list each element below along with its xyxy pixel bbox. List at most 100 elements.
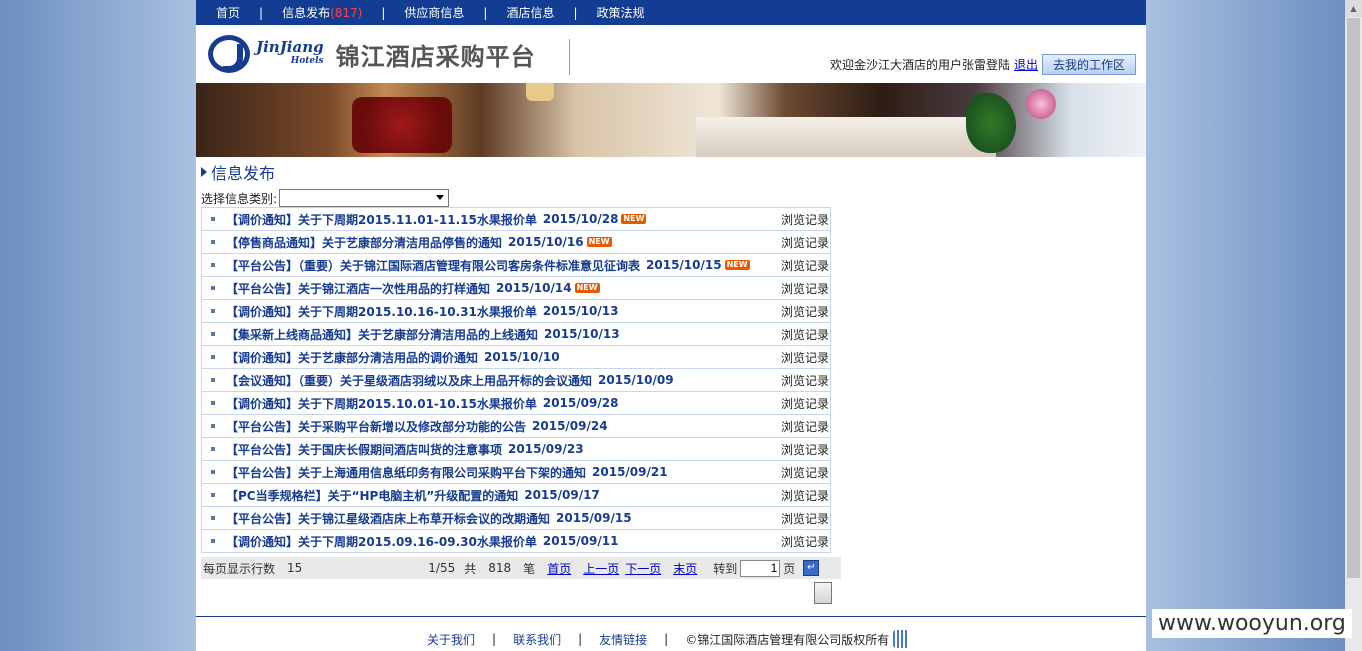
list-item-title-link[interactable]: 【平台公告】关于上海通用信息纸印务有限公司采购平台下架的通知 (226, 464, 586, 481)
bullet-icon (211, 424, 215, 428)
window-scrollbar[interactable]: ▲ (1345, 0, 1362, 651)
list-item-date: 2015/09/24 (532, 419, 608, 433)
list-item: 【平台公告】关于上海通用信息纸印务有限公司采购平台下架的通知 2015/09/21… (202, 461, 830, 484)
nav-separator: | (483, 5, 488, 20)
list-item-title-link[interactable]: 【平台公告】（重要）关于锦江国际酒店管理有限公司客房条件标准意见征询表 (226, 257, 640, 274)
banner-pillow (352, 97, 452, 153)
browse-history-link[interactable]: 浏览记录 (781, 234, 829, 251)
browse-history-link[interactable]: 浏览记录 (781, 326, 829, 343)
list-item-date: 2015/09/28 (542, 396, 619, 410)
list-item-title-link[interactable]: 【会议通知】（重要）关于星级酒店羽绒以及床上用品开标的会议通知 (226, 372, 592, 389)
list-item-date: 2015/10/15 (646, 258, 722, 272)
goto-page-input[interactable] (740, 559, 781, 577)
workspace-button[interactable]: 去我的工作区 (1041, 54, 1136, 75)
browse-history-link[interactable]: 浏览记录 (781, 257, 829, 274)
nav-policy[interactable]: 政策法规 (597, 4, 645, 21)
browse-history-link[interactable]: 浏览记录 (781, 280, 829, 297)
list-item-title-link[interactable]: 【调价通知】关于艺康部分清洁用品的调价通知 (226, 349, 478, 366)
browse-history-link[interactable]: 浏览记录 (781, 372, 829, 389)
list-item-title-link[interactable]: 【调价通知】关于下周期2015.10.16-10.31水果报价单 (226, 303, 537, 320)
list-item-date: 2015/09/15 (556, 511, 632, 525)
footer-divider (196, 616, 1146, 617)
list-item-date: 2015/10/14 (496, 281, 572, 295)
browse-history-link[interactable]: 浏览记录 (781, 533, 829, 550)
list-item: 【调价通知】关于下周期2015.10.16-10.31水果报价单 2015/10/… (202, 300, 830, 323)
nav-info-label: 信息发布 (282, 6, 331, 20)
browse-history-link[interactable]: 浏览记录 (781, 464, 829, 481)
go-arrow-icon[interactable]: ↵ (803, 560, 820, 576)
logo-chinese: 锦江酒店采购平台 (335, 42, 536, 71)
list-item-title-link[interactable]: 【调价通知】关于下周期2015.11.01-11.15水果报价单 (226, 211, 537, 228)
per-page-label: 每页显示行数 (203, 561, 276, 576)
browse-history-link[interactable]: 浏览记录 (781, 510, 829, 527)
nav-separator: | (573, 5, 578, 20)
list-item-date: 2015/10/09 (598, 373, 674, 387)
bullet-icon (211, 240, 215, 244)
browse-history-link[interactable]: 浏览记录 (781, 349, 829, 366)
nav-supplier[interactable]: 供应商信息 (404, 4, 464, 21)
list-item-title-link[interactable]: 【平台公告】关于采购平台新增以及修改部分功能的公告 (226, 418, 526, 435)
footer-separator: | (664, 632, 669, 646)
header: JinJiang Hotels 锦江酒店采购平台 欢迎金沙江大酒店的用户张雷登陆… (196, 25, 1146, 83)
browse-history-link[interactable]: 浏览记录 (781, 395, 829, 412)
bullet-icon (211, 539, 215, 543)
browse-history-link[interactable]: 浏览记录 (781, 418, 829, 435)
welcome-text: 欢迎金沙江大酒店的用户张雷登陆 (829, 58, 1010, 72)
footer-links-link[interactable]: 友情链接 (599, 631, 647, 648)
list-item-date: 2015/09/23 (508, 442, 584, 456)
list-item: 【调价通知】关于艺康部分清洁用品的调价通知 2015/10/10 浏览记录 (202, 346, 830, 369)
list-item-title-link[interactable]: 【调价通知】关于下周期2015.10.01-10.15水果报价单 (226, 395, 537, 412)
list-item-date: 2015/09/17 (524, 488, 600, 502)
list-item-title-link[interactable]: 【调价通知】关于下周期2015.09.16-09.30水果报价单 (226, 533, 537, 550)
hotel-banner-image (196, 83, 1146, 157)
nav-hotel[interactable]: 酒店信息 (506, 4, 554, 21)
category-filter: 选择信息类别: (201, 189, 1146, 207)
footer-separator: | (578, 632, 583, 646)
banner-lamp (526, 83, 554, 101)
scroll-up-icon[interactable]: ▲ (1345, 0, 1362, 17)
nav-info[interactable]: 信息发布(817) (282, 4, 362, 21)
info-list: 【调价通知】关于下周期2015.11.01-11.15水果报价单 2015/10/… (201, 207, 831, 553)
footer-contact-link[interactable]: 联系我们 (513, 631, 561, 648)
list-item-date: 2015/10/13 (544, 327, 620, 341)
nav-home[interactable]: 首页 (216, 4, 240, 21)
list-item-title-link[interactable]: 【停售商品通知】关于艺康部分清洁用品停售的通知 (226, 234, 502, 251)
list-item-date: 2015/09/11 (542, 534, 619, 548)
list-item: 【平台公告】关于锦江酒店一次性用品的打样通知 2015/10/14 NEW 浏览记录 (202, 277, 830, 300)
inner-scroll-thumb[interactable] (814, 582, 832, 604)
total-suffix: 笔 (523, 561, 536, 576)
last-page-link[interactable]: 末页 (673, 560, 697, 577)
bullet-icon (211, 493, 215, 497)
bullet-icon (211, 332, 215, 336)
filter-label: 选择信息类别: (201, 191, 278, 206)
list-item-title-link[interactable]: 【集采新上线商品通知】关于艺康部分清洁用品的上线通知 (226, 326, 538, 343)
list-item-title-link[interactable]: 【PC当季规格栏】关于“HP电脑主机”升级配置的通知 (226, 487, 518, 504)
list-item: 【集采新上线商品通知】关于艺康部分清洁用品的上线通知 2015/10/13 浏览记录 (202, 323, 830, 346)
footer: 关于我们 | 联系我们 | 友情链接 | ©锦江国际酒店管理有限公司版权所有 (427, 630, 910, 648)
footer-about-link[interactable]: 关于我们 (427, 631, 475, 648)
section-title-text: 信息发布 (211, 164, 276, 183)
logo: JinJiang Hotels 锦江酒店采购平台 (208, 35, 536, 73)
new-badge-icon: NEW (586, 237, 612, 247)
first-page-link[interactable]: 首页 (547, 560, 571, 577)
footer-copyright: ©锦江国际酒店管理有限公司版权所有 (685, 632, 890, 647)
browse-history-link[interactable]: 浏览记录 (781, 487, 829, 504)
list-item-title-link[interactable]: 【平台公告】关于锦江酒店一次性用品的打样通知 (226, 280, 490, 297)
list-item: 【调价通知】关于下周期2015.09.16-09.30水果报价单 2015/09/… (202, 530, 830, 552)
browse-history-link[interactable]: 浏览记录 (781, 441, 829, 458)
nav-separator: | (259, 5, 264, 20)
category-select[interactable] (279, 189, 450, 207)
list-item-title-link[interactable]: 【平台公告】关于国庆长假期间酒店叫货的注意事项 (226, 441, 502, 458)
next-page-link[interactable]: 下一页 (625, 560, 661, 577)
section-title: 信息发布 (201, 160, 1146, 184)
scrollbar-thumb[interactable] (1347, 18, 1360, 578)
browse-history-link[interactable]: 浏览记录 (781, 303, 829, 320)
list-item-title-link[interactable]: 【平台公告】关于锦江星级酒店床上布草开标会议的改期通知 (226, 510, 550, 527)
bullet-icon (211, 286, 215, 290)
logout-link[interactable]: 退出 (1014, 56, 1038, 73)
browse-history-link[interactable]: 浏览记录 (781, 211, 829, 228)
prev-page-link[interactable]: 上一页 (583, 560, 619, 577)
list-item: 【平台公告】（重要）关于锦江国际酒店管理有限公司客房条件标准意见征询表 2015/… (202, 254, 830, 277)
page-suffix: 页 (783, 561, 796, 576)
list-item: 【停售商品通知】关于艺康部分清洁用品停售的通知 2015/10/16 NEW 浏览记录 (202, 231, 830, 254)
